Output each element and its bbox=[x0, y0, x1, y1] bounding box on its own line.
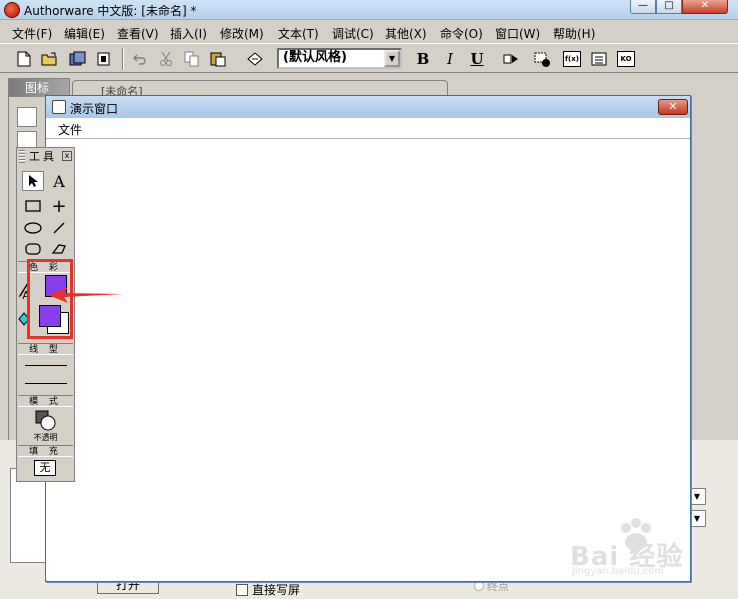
menu-other[interactable]: 其他(X) bbox=[385, 25, 427, 42]
crosshair-tool[interactable]: + bbox=[48, 196, 70, 217]
rectangle-tool[interactable] bbox=[22, 196, 44, 216]
annotation-arrow-icon bbox=[48, 287, 124, 303]
menu-view[interactable]: 查看(V) bbox=[117, 25, 159, 42]
paste-icon[interactable] bbox=[208, 49, 228, 69]
fill-pattern-value[interactable]: 无 bbox=[34, 460, 56, 476]
menu-command[interactable]: 命令(O) bbox=[440, 25, 483, 42]
functions-icon[interactable]: f(x) bbox=[563, 51, 581, 67]
presentation-close-button[interactable]: ✕ bbox=[658, 99, 688, 115]
presentation-window: 演示窗口 ✕ 文件 bbox=[45, 95, 691, 582]
opaque-mode-icon[interactable] bbox=[35, 410, 56, 431]
chevron-down-icon[interactable]: ▼ bbox=[384, 50, 400, 67]
pointer-tool[interactable] bbox=[22, 171, 44, 191]
menu-edit[interactable]: 编辑(E) bbox=[64, 25, 105, 42]
menu-debug[interactable]: 调试(C) bbox=[332, 25, 374, 42]
presentation-canvas[interactable] bbox=[46, 140, 690, 581]
knowledge-objects-icon[interactable]: KO bbox=[617, 51, 635, 67]
baidu-watermark: Bai 经验 jingyan.baidu.com bbox=[560, 518, 730, 578]
find-icon[interactable] bbox=[245, 49, 265, 69]
undo-icon[interactable] bbox=[130, 49, 150, 69]
text-tool[interactable]: A bbox=[48, 171, 70, 191]
authorware-app-icon bbox=[4, 2, 20, 18]
watermark-subtext: jingyan.baidu.com bbox=[572, 566, 665, 577]
menu-bar: 文件(F) 编辑(E) 查看(V) 插入(I) 修改(M) 文本(T) 调试(C… bbox=[0, 21, 738, 43]
menu-text[interactable]: 文本(T) bbox=[278, 25, 319, 42]
direct-write-label: 直接写屏 bbox=[252, 583, 301, 597]
menu-modify[interactable]: 修改(M) bbox=[220, 25, 264, 42]
ellipse-tool[interactable] bbox=[22, 218, 44, 238]
main-toolbar: (默认风格) ▼ B I U f(x) KO bbox=[0, 43, 738, 73]
open-folder-icon[interactable] bbox=[40, 49, 60, 69]
rectangle-icon bbox=[25, 200, 41, 212]
rounded-rectangle-icon bbox=[25, 243, 41, 255]
menu-insert[interactable]: 插入(I) bbox=[170, 25, 207, 42]
text-style-value: (默认风格) bbox=[283, 50, 347, 65]
italic-button[interactable]: I bbox=[441, 50, 459, 68]
menu-help[interactable]: 帮助(H) bbox=[553, 25, 595, 42]
display-icon[interactable] bbox=[17, 107, 37, 127]
variables-icon[interactable] bbox=[589, 49, 609, 69]
line-section-label: 线 型 bbox=[18, 343, 73, 355]
close-button[interactable]: ✕ bbox=[682, 0, 728, 14]
fill-section-label: 填 充 bbox=[18, 445, 73, 457]
presentation-menu-bar: 文件 bbox=[46, 118, 690, 139]
polygon-icon bbox=[51, 244, 66, 254]
tools-palette-header[interactable]: 工具 x bbox=[17, 148, 74, 165]
cut-icon[interactable] bbox=[156, 49, 176, 69]
line-style-normal[interactable] bbox=[25, 383, 67, 384]
polygon-tool[interactable] bbox=[48, 239, 70, 259]
toolbar-separator bbox=[122, 48, 124, 70]
endpoint-radio[interactable] bbox=[474, 581, 484, 591]
line-tool[interactable] bbox=[48, 218, 70, 238]
menu-file[interactable]: 文件(F) bbox=[12, 25, 52, 42]
menu-window[interactable]: 窗口(W) bbox=[495, 25, 540, 42]
drag-grip-icon[interactable] bbox=[19, 150, 25, 163]
diagonal-line-icon bbox=[53, 222, 65, 234]
mode-section-label: 模 式 bbox=[18, 395, 73, 407]
presentation-menu-file[interactable]: 文件 bbox=[58, 121, 82, 138]
maximize-button[interactable]: □ bbox=[656, 0, 682, 14]
presentation-window-title: 演示窗口 bbox=[70, 102, 119, 116]
presentation-window-icon bbox=[52, 100, 66, 114]
text-style-select[interactable]: (默认风格) ▼ bbox=[277, 48, 402, 69]
app-title-bar: Authorware 中文版: [未命名] * — □ ✕ bbox=[0, 0, 738, 20]
control-panel-icon[interactable] bbox=[533, 49, 553, 69]
copy-icon[interactable] bbox=[182, 49, 202, 69]
underline-button[interactable]: U bbox=[468, 50, 486, 68]
mode-value: 不透明 bbox=[33, 433, 58, 442]
pointer-icon bbox=[29, 175, 38, 187]
new-file-icon[interactable] bbox=[14, 49, 34, 69]
line-style-thin[interactable] bbox=[25, 365, 67, 366]
tools-close-button[interactable]: x bbox=[62, 151, 72, 161]
properties-preview bbox=[10, 468, 50, 563]
direct-write-checkbox[interactable] bbox=[236, 583, 248, 596]
ellipse-icon bbox=[24, 222, 42, 234]
tools-palette-title: 工具 bbox=[29, 150, 57, 163]
import-icon[interactable] bbox=[94, 49, 114, 69]
run-icon[interactable] bbox=[501, 49, 521, 69]
bold-button[interactable]: B bbox=[414, 50, 432, 68]
window-title: Authorware 中文版: [未命名] * bbox=[24, 4, 197, 18]
presentation-title-bar: 演示窗口 ✕ bbox=[46, 96, 690, 118]
rounded-rectangle-tool[interactable] bbox=[22, 239, 44, 259]
direct-write-option[interactable]: 直接写屏 bbox=[236, 581, 300, 598]
minimize-button[interactable]: — bbox=[630, 0, 656, 14]
save-all-icon[interactable] bbox=[68, 49, 88, 69]
